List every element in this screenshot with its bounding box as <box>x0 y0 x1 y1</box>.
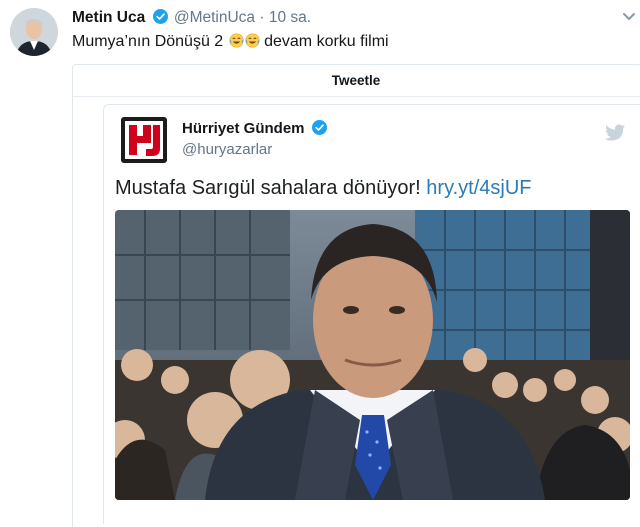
hurriyet-logo-icon[interactable] <box>120 116 168 164</box>
tweet-header: Metin Uca @MetinUca · 10 sa. <box>72 8 311 28</box>
tears-of-joy-emoji-icon <box>245 33 260 48</box>
chevron-down-icon[interactable] <box>622 12 636 22</box>
header-separator: · <box>259 9 265 26</box>
embedded-tweet-link[interactable]: hry.yt/4sjUF <box>426 177 531 199</box>
tweet-timestamp[interactable]: 10 sa. <box>269 9 311 26</box>
tweet-photo[interactable] <box>115 210 630 500</box>
quoted-tweet-header: Tweetle <box>72 64 640 97</box>
tweet-text-before: Mumya’nın Dönüşü 2 <box>72 33 224 50</box>
embedded-author-handle[interactable]: @huryazarlar <box>182 141 272 159</box>
embedded-author-name[interactable]: Hürriyet Gündem <box>182 120 329 138</box>
verified-badge-icon <box>311 120 327 135</box>
tweet: Metin Uca @MetinUca · 10 sa. Mumya’nın D… <box>0 0 640 527</box>
twitter-bird-icon[interactable] <box>604 124 626 142</box>
embedded-tweet-text: Mustafa Sarıgül sahalara dönüyor! hry.yt… <box>115 176 532 200</box>
author-handle[interactable]: @MetinUca <box>174 9 255 26</box>
verified-badge-icon <box>152 9 168 24</box>
tweet-text: Mumya’nın Dönüşü 2 devam korku filmi <box>72 32 389 52</box>
tears-of-joy-emoji-icon <box>229 33 244 48</box>
embedded-tweet-body: Mustafa Sarıgül sahalara dönüyor! <box>115 177 421 199</box>
author-name[interactable]: Metin Uca <box>72 9 145 26</box>
embedded-author-name-text: Hürriyet Gündem <box>182 120 305 137</box>
tweet-text-after: devam korku filmi <box>264 33 389 50</box>
avatar[interactable] <box>10 8 58 56</box>
